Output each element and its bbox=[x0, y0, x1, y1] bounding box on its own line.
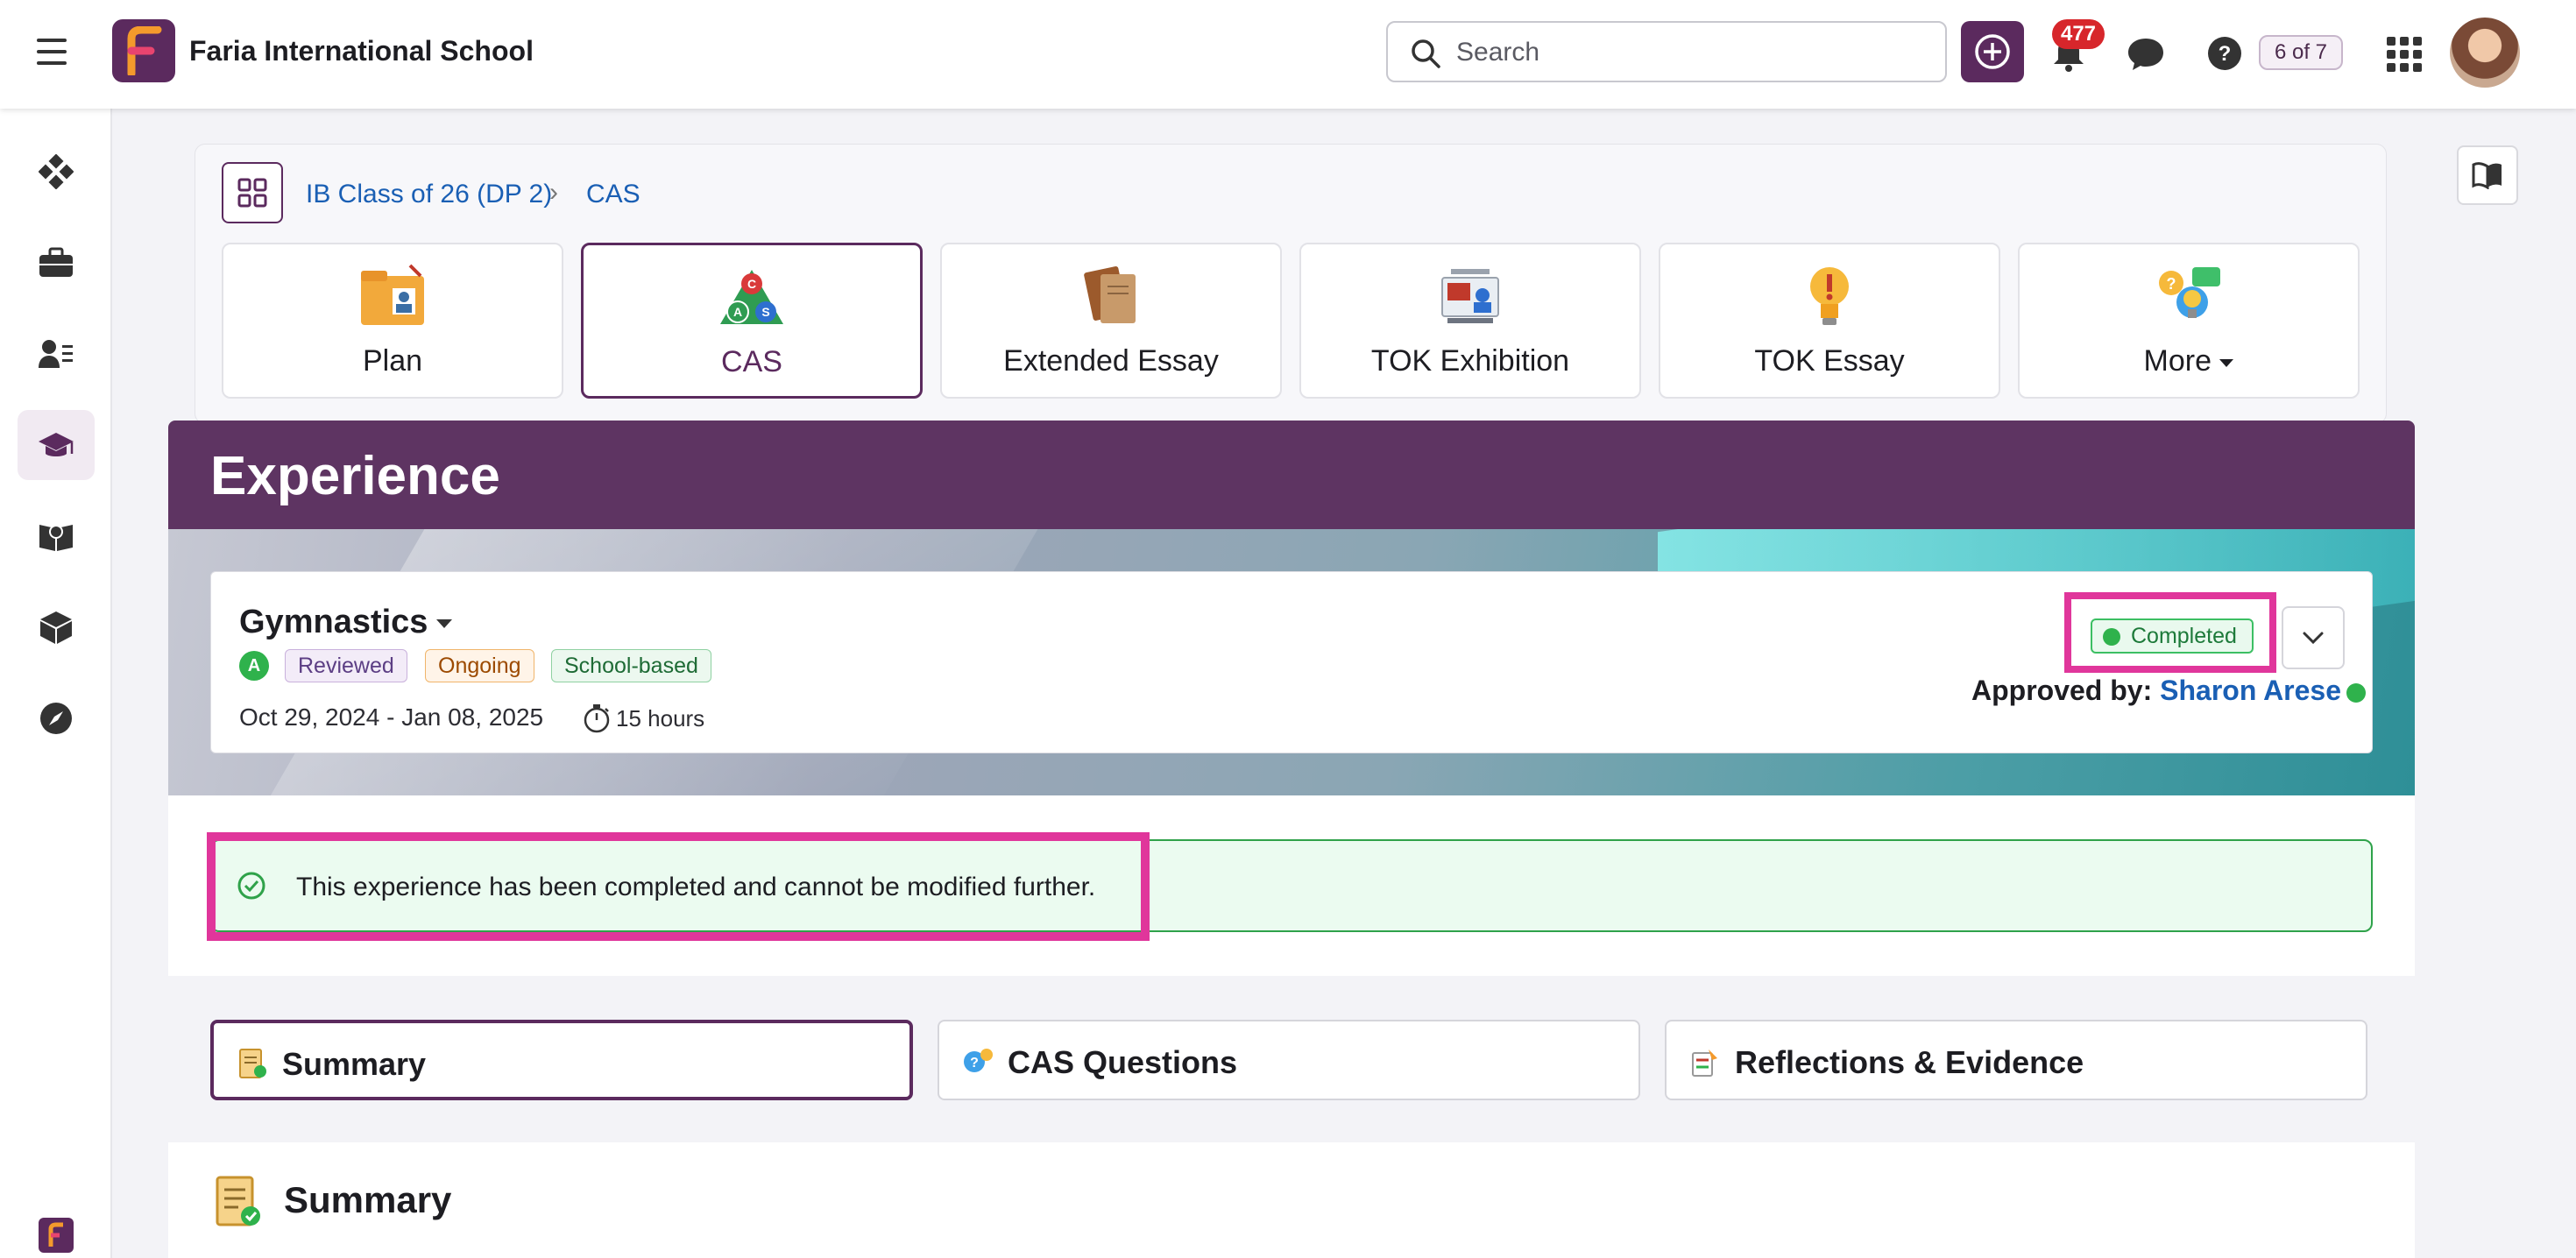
approved-by: Approved by: Sharon Arese bbox=[1971, 675, 2367, 707]
reflections-icon bbox=[1692, 1050, 1717, 1077]
school-name[interactable]: Faria International School bbox=[189, 35, 534, 67]
briefcase-icon[interactable] bbox=[18, 228, 95, 298]
book-icon bbox=[2472, 162, 2502, 189]
lightbulb-icon bbox=[1810, 267, 1849, 325]
plan-folder-icon bbox=[361, 264, 424, 325]
ideas-icon: ? bbox=[2159, 267, 2220, 318]
tile-cas[interactable]: CAS CAS bbox=[581, 243, 923, 399]
tile-more[interactable]: ? More bbox=[2018, 243, 2360, 399]
essay-books-icon bbox=[1084, 266, 1136, 323]
experience-name-dropdown[interactable]: Gymnastics bbox=[239, 604, 453, 641]
experience-header: Experience bbox=[168, 421, 2415, 529]
search-box[interactable] bbox=[1386, 21, 1947, 82]
search-icon bbox=[1412, 39, 1440, 68]
tile-label: Extended Essay bbox=[1003, 344, 1219, 378]
globe-book-icon[interactable] bbox=[18, 501, 95, 571]
experience-name: Gymnastics bbox=[239, 604, 428, 640]
chat-icon[interactable] bbox=[2126, 35, 2166, 72]
tab-label: CAS Questions bbox=[1008, 1044, 1238, 1080]
letter-badge: A bbox=[239, 651, 269, 681]
grid-icon[interactable] bbox=[222, 162, 283, 223]
tile-extended-essay[interactable]: Extended Essay bbox=[940, 243, 1282, 399]
status-badge: Completed bbox=[2091, 618, 2254, 654]
cas-triangle-icon: CA S bbox=[720, 270, 783, 324]
tile-tok-exhibition[interactable]: TOK Exhibition bbox=[1299, 243, 1641, 399]
page-counter[interactable]: 6 of 7 bbox=[2259, 35, 2343, 70]
svg-text:C: C bbox=[747, 277, 756, 291]
summary-heading: Summary bbox=[284, 1179, 452, 1220]
tab-label: Reflections & Evidence bbox=[1735, 1044, 2084, 1080]
summary-section bbox=[168, 1142, 2415, 1258]
status-text: Completed bbox=[2131, 624, 2237, 648]
summary-doc-icon bbox=[216, 1176, 260, 1226]
check-circle-icon bbox=[2103, 628, 2120, 646]
exhibition-icon bbox=[1441, 269, 1499, 323]
tab-label: Summary bbox=[282, 1046, 427, 1082]
page-title: Experience bbox=[210, 446, 500, 506]
svg-text:S: S bbox=[761, 305, 769, 319]
breadcrumb-class-link[interactable]: IB Class of 26 (DP 2) bbox=[306, 180, 552, 209]
tile-tok-essay[interactable]: TOK Essay bbox=[1659, 243, 2000, 399]
plus-circle-icon bbox=[1975, 34, 2010, 69]
tile-label: TOK Essay bbox=[1754, 344, 1905, 378]
expand-button[interactable] bbox=[2282, 606, 2345, 669]
menu-icon[interactable] bbox=[37, 39, 67, 65]
experience-card: Gymnastics A Reviewed Ongoing School-bas… bbox=[210, 571, 2373, 753]
summary-doc-icon bbox=[239, 1049, 266, 1078]
guide-book-button[interactable] bbox=[2457, 145, 2518, 205]
notice-text: This experience has been completed and c… bbox=[296, 873, 1096, 901]
experience-hours: 15 hours bbox=[583, 703, 704, 733]
tile-label: More bbox=[2020, 344, 2358, 378]
faria-logo[interactable] bbox=[112, 19, 175, 82]
help-icon[interactable]: ? bbox=[2206, 35, 2243, 72]
svg-text:?: ? bbox=[2219, 42, 2232, 66]
chevron-right-icon: › bbox=[549, 178, 558, 207]
tile-label: Plan bbox=[362, 344, 423, 378]
svg-text:A: A bbox=[733, 305, 742, 319]
check-circle-icon bbox=[237, 872, 265, 900]
tag-reviewed: Reviewed bbox=[285, 649, 407, 682]
hours-value: 15 hours bbox=[616, 704, 705, 731]
caret-down-icon bbox=[436, 618, 453, 628]
programme-nav-card: IB Class of 26 (DP 2) › CAS Plan CAS CAS… bbox=[195, 144, 2387, 424]
tab-reflections-evidence[interactable]: Reflections & Evidence bbox=[1665, 1020, 2367, 1100]
cube-icon[interactable] bbox=[18, 592, 95, 662]
experience-dates: Oct 29, 2024 - Jan 08, 2025 bbox=[239, 703, 544, 731]
chevron-down-icon bbox=[2303, 632, 2324, 645]
people-icon[interactable] bbox=[18, 319, 95, 389]
cas-questions-icon: ? bbox=[964, 1049, 993, 1072]
avatar[interactable] bbox=[2450, 18, 2520, 88]
tab-cas-questions[interactable]: ? CAS Questions bbox=[938, 1020, 1640, 1100]
tile-label: CAS bbox=[721, 345, 782, 378]
tile-plan[interactable]: Plan bbox=[222, 243, 563, 399]
notification-count-badge: 477 bbox=[2052, 19, 2105, 49]
compass-icon[interactable] bbox=[18, 683, 95, 753]
approved-label: Approved by: bbox=[1971, 675, 2153, 706]
tag-ongoing: Ongoing bbox=[425, 649, 534, 682]
caret-down-icon bbox=[2219, 358, 2234, 367]
approver-link[interactable]: Sharon Arese bbox=[2160, 675, 2341, 706]
search-input[interactable] bbox=[1456, 35, 1929, 70]
breadcrumb-cas-link[interactable]: CAS bbox=[586, 180, 640, 209]
top-bar: Faria International School 477 ? 6 of 7 bbox=[0, 0, 2576, 109]
verified-check-icon bbox=[2346, 682, 2367, 703]
stopwatch-icon bbox=[584, 704, 610, 733]
left-rail bbox=[0, 109, 112, 1258]
svg-text:?: ? bbox=[2167, 275, 2176, 293]
tag-school-based: School-based bbox=[551, 649, 711, 682]
tile-label: TOK Exhibition bbox=[1370, 344, 1570, 378]
faria-small-logo[interactable] bbox=[39, 1218, 74, 1253]
tab-summary[interactable]: Summary bbox=[210, 1020, 913, 1100]
add-button[interactable] bbox=[1961, 21, 2024, 82]
more-label: More bbox=[2143, 344, 2212, 378]
graduation-cap-icon[interactable] bbox=[18, 410, 95, 480]
svg-text:?: ? bbox=[970, 1056, 979, 1071]
dashboard-icon[interactable] bbox=[18, 137, 95, 207]
apps-grid-icon[interactable] bbox=[2387, 37, 2422, 72]
